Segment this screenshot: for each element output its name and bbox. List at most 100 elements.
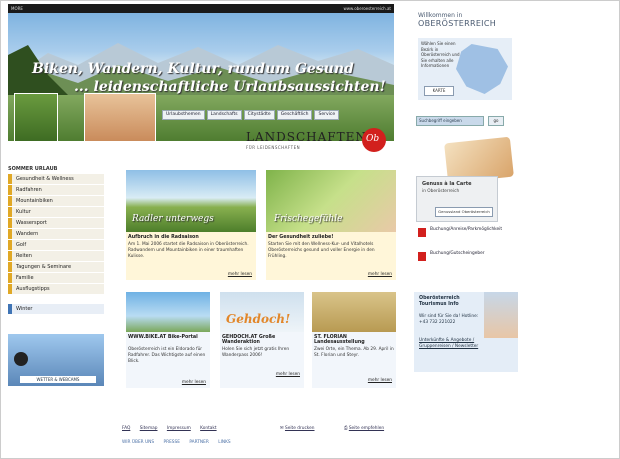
region-name: OBERÖSTERREICH	[418, 19, 497, 28]
footer-secondary-link[interactable]: PRESSE	[164, 440, 180, 445]
webcam-icon	[14, 352, 28, 366]
leftnav-item[interactable]: Wandern	[8, 229, 104, 239]
nav-citystaedte[interactable]: Citystädte	[243, 110, 275, 120]
bike-image	[126, 292, 210, 332]
bike-more-link[interactable]: mehr lesen	[182, 380, 206, 385]
recommend-link-text: Seite empfehlen	[348, 426, 385, 431]
page: MORE www.oberoesterreich.at Biken, Wande…	[0, 0, 620, 459]
nav-service[interactable]: Service	[314, 110, 340, 120]
tourism-body: Wir sind für Sie da! Hotline: +43 732 22…	[419, 314, 479, 325]
top-strip: MORE www.oberoesterreich.at	[8, 4, 394, 13]
side-link-2[interactable]: Buchung/Gutscheingeber	[418, 250, 510, 264]
tourism-links[interactable]: Unterkünfte & Angebote / Gruppenreisen /…	[419, 338, 481, 350]
radler-body: Am 1. Mai 2006 startet die Radsaison in …	[128, 242, 249, 259]
welcome-heading: Willkommen in OBERÖSTERREICH	[418, 12, 518, 28]
side-link-1[interactable]: Buchung/Anreise/Parkmöglichkeit	[418, 226, 510, 240]
print-link[interactable]: ✉ Seite drucken	[280, 426, 315, 431]
radler-caption: Radler unterwegs	[132, 214, 214, 224]
side-link-2-text: Buchung/Gutscheingeber	[430, 251, 485, 256]
footer-link[interactable]: Sitemap	[140, 426, 158, 431]
footer-link[interactable]: FAQ	[122, 426, 130, 431]
weather-webcam-label: WETTER & WEBCAMS	[20, 376, 96, 383]
card-frische[interactable]: Frischegefühle Der Gesundheit zuliebe! S…	[266, 170, 396, 280]
couple-photo	[84, 93, 156, 141]
footer-links: FAQ Sitemap Impressum Kontakt	[122, 426, 225, 431]
florian-more-link[interactable]: mehr lesen	[368, 378, 392, 383]
tourism-photo	[484, 292, 518, 338]
site-url: www.oberoesterreich.at	[343, 6, 391, 11]
leftnav-item[interactable]: Radfahren	[8, 185, 104, 195]
card-wandern[interactable]: Gehdoch! GEHDOCH.AT Große Wanderaktion H…	[220, 292, 304, 388]
footer-link[interactable]: Impressum	[167, 426, 191, 431]
leftnav-item[interactable]: Reiten	[8, 251, 104, 261]
bike-title: WWW.BIKE.AT Bike-Portal	[128, 335, 198, 340]
footer-link[interactable]: Kontakt	[200, 426, 216, 431]
leftnav-item[interactable]: Tagungen & Seminare	[8, 262, 104, 272]
wandern-title: GEHDOCH.AT Große Wanderaktion	[222, 335, 276, 345]
footer-secondary-link[interactable]: LINKS	[218, 440, 230, 445]
leftnav-item[interactable]: Golf	[8, 240, 104, 250]
left-navigation: SOMMER URLAUB Gesundheit & Wellness Radf…	[8, 166, 104, 315]
genuss-button[interactable]: Genussland Oberösterreich	[435, 207, 493, 217]
frische-title: Der Gesundheit zuliebe!	[268, 235, 334, 240]
leftnav-heading: SOMMER URLAUB	[8, 166, 58, 172]
florian-title: ST. FLORIAN Landesausstellung	[314, 335, 365, 345]
leftnav-item[interactable]: Gesundheit & Wellness	[8, 174, 104, 184]
slogan-line-1: Biken, Wandern, Kultur, rundum Gesund	[32, 61, 354, 77]
genuss-box: Genuss à la Carte in Oberösterreich Genu…	[416, 176, 498, 222]
bike-body: Oberösterreich ist ein Eldorado für Radf…	[128, 347, 206, 364]
region-logo[interactable]: Ob	[362, 128, 386, 152]
nav-geschaeftlich[interactable]: Geschäftlich	[276, 110, 313, 120]
tourism-title: Oberösterreich Tourismus Info	[419, 296, 460, 307]
radler-more-link[interactable]: mehr lesen	[228, 272, 252, 277]
footer-secondary-link[interactable]: PARTNER	[189, 440, 208, 445]
search-input[interactable]: Suchbegriff eingeben	[416, 116, 484, 126]
leftnav-item[interactable]: Mountainbiken	[8, 196, 104, 206]
nav-landschafts[interactable]: Landschafts	[206, 110, 242, 120]
print-link-text: Seite drucken	[284, 426, 315, 431]
side-link-1-text: Buchung/Anreise/Parkmöglichkeit	[430, 227, 503, 232]
footer-secondary-link[interactable]: WIR ÜBER UNS	[122, 440, 154, 445]
card-florian[interactable]: ST. FLORIAN Landesausstellung Zwei Orte,…	[312, 292, 396, 388]
recommend-link[interactable]: ⎙ Seite empfehlen	[344, 426, 384, 431]
wandern-body: Holen Sie sich jetzt gratis Ihren Wander…	[222, 347, 290, 358]
map-button[interactable]: KARTE	[424, 86, 454, 96]
leftnav-item[interactable]: Wassersport	[8, 218, 104, 228]
frische-caption: Frischegefühle	[274, 214, 343, 224]
radler-title: Aufbruch in die Radsaison	[128, 235, 199, 240]
genuss-subtitle: in Oberösterreich	[422, 189, 460, 194]
leftnav-item[interactable]: Kultur	[8, 207, 104, 217]
card-bike[interactable]: WWW.BIKE.AT Bike-Portal Oberösterreich i…	[126, 292, 210, 388]
leftnav-winter[interactable]: Winter	[8, 304, 104, 314]
leftnav-item[interactable]: Ausflugstipps	[8, 284, 104, 294]
florian-body: Zwei Orte, ein Thema. Ab 29. April in St…	[314, 347, 394, 358]
brand-subtitle: FÜR LEIDENSCHAFTEN	[246, 145, 301, 150]
nav-urlaubsthemen[interactable]: Urlaubsthemen	[162, 110, 205, 120]
brand-block: LANDSCHAFTEN FÜR LEIDENSCHAFTEN	[246, 130, 367, 150]
wandern-caption: Gehdoch!	[226, 312, 291, 326]
search-row: Suchbegriff eingeben go	[416, 116, 512, 126]
frische-more-link[interactable]: mehr lesen	[368, 272, 392, 277]
leftnav-item[interactable]: Familie	[8, 273, 104, 283]
hero-banner: Biken, Wandern, Kultur, rundum Gesund ..…	[8, 13, 394, 141]
gift-icon	[418, 252, 426, 261]
map-shape[interactable]	[456, 44, 508, 94]
bikers-photo	[14, 93, 58, 141]
search-go-button[interactable]: go	[488, 116, 504, 126]
footer-links-secondary: WIR ÜBER UNS PRESSE PARTNER LINKS	[122, 440, 239, 445]
welcome-text: Willkommen in	[418, 12, 463, 19]
calendar-icon	[418, 228, 426, 237]
card-radler[interactable]: Radler unterwegs Aufbruch in die Radsais…	[126, 170, 256, 280]
weather-webcam-box[interactable]: WETTER & WEBCAMS	[8, 334, 104, 386]
wandern-more-link[interactable]: mehr lesen	[276, 372, 300, 377]
tourism-info-box: Oberösterreich Tourismus Info Wir sind f…	[414, 292, 518, 372]
region-map[interactable]: Wählen Sie einen Bezirk in Oberösterreic…	[418, 38, 512, 100]
brand-title: LANDSCHAFTEN	[246, 130, 367, 144]
genuss-promo[interactable]: Genuss à la Carte in Oberösterreich Genu…	[416, 136, 514, 222]
top-strip-left[interactable]: MORE	[11, 4, 23, 13]
florian-image	[312, 292, 396, 332]
top-navigation: Urlaubsthemen Landschafts Citystädte Ges…	[162, 110, 340, 120]
map-text: Wählen Sie einen Bezirk in Oberösterreic…	[421, 41, 460, 68]
frische-body: Starten Sie mit den Wellness-Kur- und Vi…	[268, 242, 375, 259]
genuss-title: Genuss à la Carte	[422, 181, 472, 187]
